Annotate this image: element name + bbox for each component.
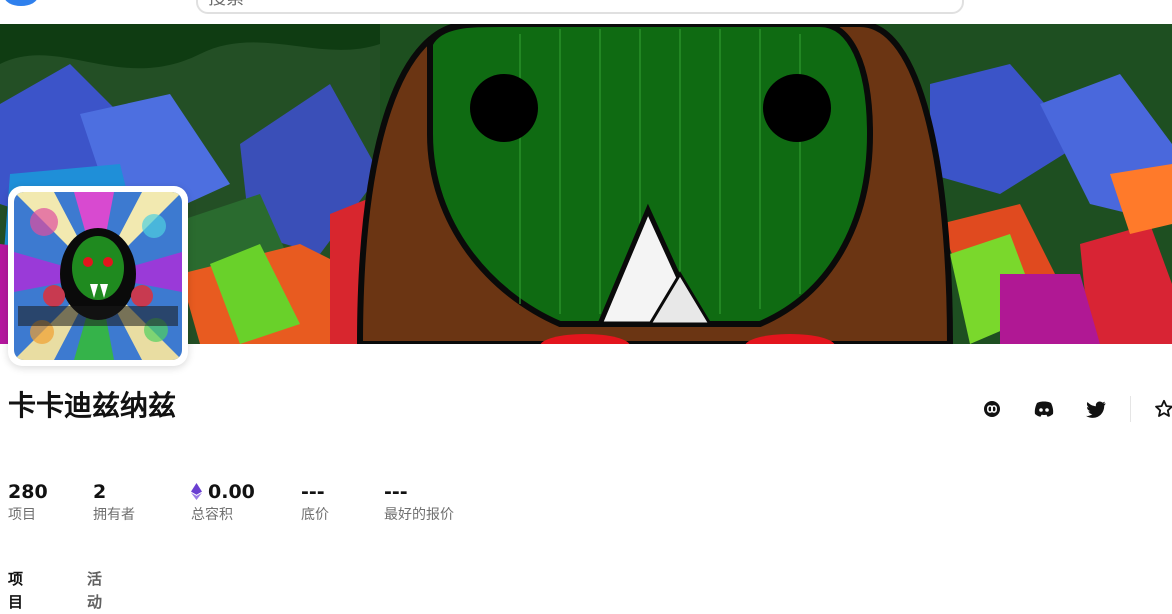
search-placeholder: 搜索 bbox=[208, 0, 244, 10]
discord-link bbox=[1031, 396, 1057, 422]
twitter-button[interactable] bbox=[1083, 396, 1109, 422]
tab-activity[interactable]: 活动 bbox=[87, 568, 107, 614]
social-divider bbox=[1130, 396, 1131, 422]
stat-total-volume: 0.00 总容积 bbox=[191, 480, 255, 525]
website-link-button[interactable] bbox=[979, 396, 1005, 422]
stat-value: 2 bbox=[93, 481, 107, 503]
search-input[interactable]: 搜索 bbox=[196, 0, 964, 14]
favorite-button[interactable] bbox=[1151, 396, 1172, 422]
stat-value: 280 bbox=[8, 481, 48, 503]
eth-icon bbox=[191, 483, 202, 500]
stat-value: --- bbox=[384, 481, 408, 503]
stat-best-offer: --- 最好的报价 bbox=[384, 480, 454, 525]
avatar-image bbox=[14, 192, 182, 360]
collection-title: 卡卡迪兹纳兹 bbox=[8, 389, 177, 422]
website-icon bbox=[984, 401, 1000, 417]
discord-icon bbox=[1034, 401, 1054, 417]
logo[interactable] bbox=[4, 0, 38, 6]
stat-items: 280 项目 bbox=[8, 480, 48, 525]
stat-label: 总容积 bbox=[191, 507, 233, 523]
stat-label: 最好的报价 bbox=[384, 507, 454, 523]
stat-value: 0.00 bbox=[208, 481, 255, 503]
social-links bbox=[979, 396, 1005, 422]
collection-avatar bbox=[8, 186, 188, 366]
twitter-icon bbox=[1086, 400, 1106, 418]
stat-label: 底价 bbox=[301, 507, 329, 523]
stat-owners: 2 拥有者 bbox=[93, 480, 135, 525]
star-icon bbox=[1155, 399, 1172, 417]
stat-label: 项目 bbox=[8, 507, 36, 523]
stat-floor-price: --- 底价 bbox=[301, 480, 329, 525]
top-bar: 搜索 bbox=[0, 0, 1172, 24]
stat-value: --- bbox=[301, 481, 325, 503]
discord-button[interactable] bbox=[1031, 396, 1057, 422]
twitter-link bbox=[1083, 396, 1109, 422]
favorite-link bbox=[1151, 396, 1172, 422]
stat-label: 拥有者 bbox=[93, 507, 135, 523]
tab-items[interactable]: 项目 bbox=[8, 568, 28, 614]
